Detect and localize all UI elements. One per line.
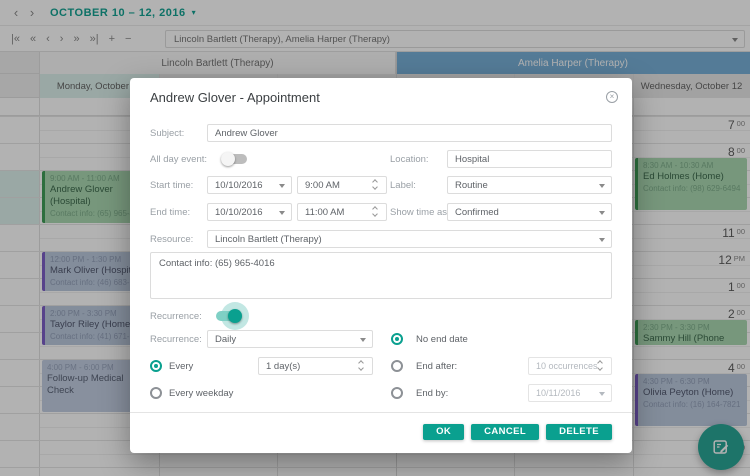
delete-button[interactable]: DELETE bbox=[546, 424, 612, 440]
start-time-row: Start time: 10/10/2016 9:00 AM Label: Ro… bbox=[150, 176, 612, 194]
recurrence-toggle-row: Recurrence: bbox=[150, 307, 612, 325]
interval-value: 1 day(s) bbox=[266, 361, 300, 372]
chevron-down-icon bbox=[599, 184, 605, 188]
resource-label: Resource: bbox=[150, 234, 193, 245]
end-date-value: 10/10/2016 bbox=[215, 207, 263, 218]
dialog-title: Andrew Glover - Appointment bbox=[150, 90, 320, 105]
chevron-down-icon bbox=[279, 211, 285, 215]
every-radio[interactable] bbox=[150, 360, 162, 372]
no-end-date-radio[interactable] bbox=[391, 333, 403, 345]
spinner-arrows-icon[interactable] bbox=[373, 207, 381, 219]
end-after-radio[interactable] bbox=[391, 360, 403, 372]
subject-row: Subject: Andrew Glover bbox=[150, 124, 612, 142]
resource-value: Lincoln Bartlett (Therapy) bbox=[215, 234, 322, 245]
start-time-spinner[interactable]: 9:00 AM bbox=[297, 176, 387, 194]
end-time-label: End time: bbox=[150, 207, 190, 218]
show-time-as-select[interactable]: Confirmed bbox=[447, 203, 612, 221]
start-time-value: 9:00 AM bbox=[305, 180, 340, 191]
chevron-down-icon bbox=[599, 211, 605, 215]
dialog-divider bbox=[130, 412, 632, 413]
close-icon[interactable]: × bbox=[606, 91, 618, 103]
recurrence-label: Recurrence: bbox=[150, 334, 202, 345]
start-date-value: 10/10/2016 bbox=[215, 180, 263, 191]
location-label: Location: bbox=[390, 154, 450, 165]
no-end-date-label: No end date bbox=[416, 334, 468, 345]
occurrences-spinner[interactable]: 10 occurrences bbox=[528, 357, 612, 375]
chevron-down-icon bbox=[360, 338, 366, 342]
end-by-value: 10/11/2016 bbox=[536, 388, 580, 398]
subject-label: Subject: bbox=[150, 128, 184, 139]
every-weekday-row: Every weekday End by: 10/11/2016 bbox=[150, 384, 612, 402]
resource-select[interactable]: Lincoln Bartlett (Therapy) bbox=[207, 230, 612, 248]
dialog-buttons: OK CANCEL DELETE bbox=[423, 424, 612, 440]
allday-location-row: All day event: Location: Hospital bbox=[150, 150, 612, 168]
every-label: Every bbox=[169, 361, 193, 372]
ok-button[interactable]: OK bbox=[423, 424, 464, 440]
every-weekday-radio[interactable] bbox=[150, 387, 162, 399]
show-time-as-value: Confirmed bbox=[455, 207, 499, 218]
label-select[interactable]: Routine bbox=[447, 176, 612, 194]
appointment-dialog: Andrew Glover - Appointment × Subject: A… bbox=[130, 78, 632, 453]
cancel-button[interactable]: CANCEL bbox=[471, 424, 539, 440]
spinner-arrows-icon[interactable] bbox=[359, 361, 367, 373]
start-time-label: Start time: bbox=[150, 180, 193, 191]
recurrence-select[interactable]: Daily bbox=[207, 330, 373, 348]
occurrences-value: 10 occurrences bbox=[536, 361, 598, 371]
end-by-label: End by: bbox=[416, 388, 448, 399]
end-time-row: End time: 10/10/2016 11:00 AM Show time … bbox=[150, 203, 612, 221]
all-day-toggle[interactable] bbox=[221, 153, 247, 165]
all-day-label: All day event: bbox=[150, 154, 207, 165]
start-date-picker[interactable]: 10/10/2016 bbox=[207, 176, 292, 194]
label-value: Routine bbox=[455, 180, 488, 191]
chevron-down-icon bbox=[599, 238, 605, 242]
end-time-value: 11:00 AM bbox=[305, 207, 344, 218]
spinner-arrows-icon[interactable] bbox=[373, 180, 381, 192]
spinner-arrows-icon bbox=[598, 361, 606, 373]
every-row: Every 1 day(s) End after: 10 occurrences bbox=[150, 357, 612, 375]
subject-value: Andrew Glover bbox=[215, 128, 278, 139]
end-date-picker[interactable]: 10/10/2016 bbox=[207, 203, 292, 221]
end-by-radio[interactable] bbox=[391, 387, 403, 399]
location-value: Hospital bbox=[455, 154, 489, 165]
location-input[interactable]: Hospital bbox=[447, 150, 612, 168]
show-time-as-label: Show time as: bbox=[390, 207, 450, 218]
recurrence-row: Recurrence: Daily No end date bbox=[150, 330, 612, 348]
resource-row: Resource: Lincoln Bartlett (Therapy) bbox=[150, 230, 612, 248]
recurrence-value: Daily bbox=[215, 334, 236, 345]
label-label: Label: bbox=[390, 180, 450, 191]
end-time-spinner[interactable]: 11:00 AM bbox=[297, 203, 387, 221]
end-after-label: End after: bbox=[416, 361, 457, 372]
recurrence-toggle-label: Recurrence: bbox=[150, 311, 202, 322]
chevron-down-icon bbox=[599, 392, 605, 396]
every-weekday-label: Every weekday bbox=[169, 388, 233, 399]
recurrence-toggle[interactable] bbox=[216, 310, 242, 322]
end-by-date-picker[interactable]: 10/11/2016 bbox=[528, 384, 612, 402]
subject-input[interactable]: Andrew Glover bbox=[207, 124, 612, 142]
interval-spinner[interactable]: 1 day(s) bbox=[258, 357, 373, 375]
chevron-down-icon bbox=[279, 184, 285, 188]
scheduler-app: ‹ › OCTOBER 10 – 12, 2016 ▾ |««‹›»»|+− L… bbox=[0, 0, 750, 476]
description-textarea[interactable] bbox=[150, 252, 612, 299]
